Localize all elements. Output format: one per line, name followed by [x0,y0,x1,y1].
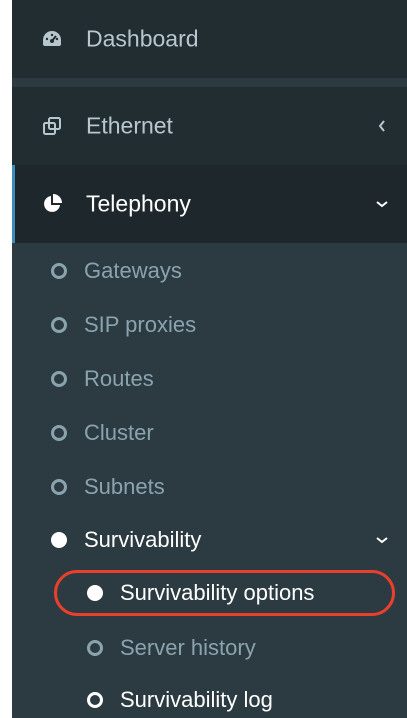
circle-outline-icon [51,317,67,333]
submenu-item-label: Survivability [84,527,202,552]
circle-outline-icon [87,640,103,656]
ethernet-icon [40,114,64,138]
submenu-item-label: SIP proxies [84,312,197,337]
submenu-item-survivability[interactable]: Survivability [12,514,407,566]
chevron-down-icon [375,533,389,547]
highlight-ring [54,570,395,616]
submenu-item-subnets[interactable]: Subnets [12,461,407,513]
menu-item-label: Ethernet [86,112,173,139]
dashboard-icon [40,27,64,51]
active-indicator [12,165,15,243]
chevron-down-icon [375,197,389,211]
circle-outline-icon [51,425,67,441]
submenu-item-gateways[interactable]: Gateways [12,245,407,297]
menu-item-label: Dashboard [86,25,199,52]
submenu-item-label: Survivability log [120,687,273,712]
submenu-item-server-history[interactable]: Server history [12,622,407,674]
menu-item-label: Telephony [86,190,191,217]
circle-outline-icon [51,371,67,387]
submenu-item-survivability-log[interactable]: Survivability log [12,674,407,718]
submenu-item-label: Subnets [84,474,165,499]
circle-filled-icon [51,532,67,548]
submenu-item-label: Gateways [84,258,182,283]
submenu-item-cluster[interactable]: Cluster [12,407,407,459]
pie-chart-icon [40,192,64,216]
circle-outline-icon [51,479,67,495]
circle-outline-icon [87,692,103,708]
menu-item-ethernet[interactable]: Ethernet [12,87,407,165]
submenu-item-label: Server history [120,635,256,660]
menu-item-dashboard[interactable]: Dashboard [12,0,407,78]
sidebar: Dashboard Ethernet Telephony Gateways SI… [12,0,407,718]
circle-outline-icon [51,263,67,279]
submenu-item-routes[interactable]: Routes [12,353,407,405]
submenu-item-sip-proxies[interactable]: SIP proxies [12,299,407,351]
menu-item-telephony[interactable]: Telephony [12,165,407,243]
submenu-item-label: Cluster [84,420,154,445]
chevron-left-icon [375,119,389,133]
submenu-item-label: Routes [84,366,154,391]
